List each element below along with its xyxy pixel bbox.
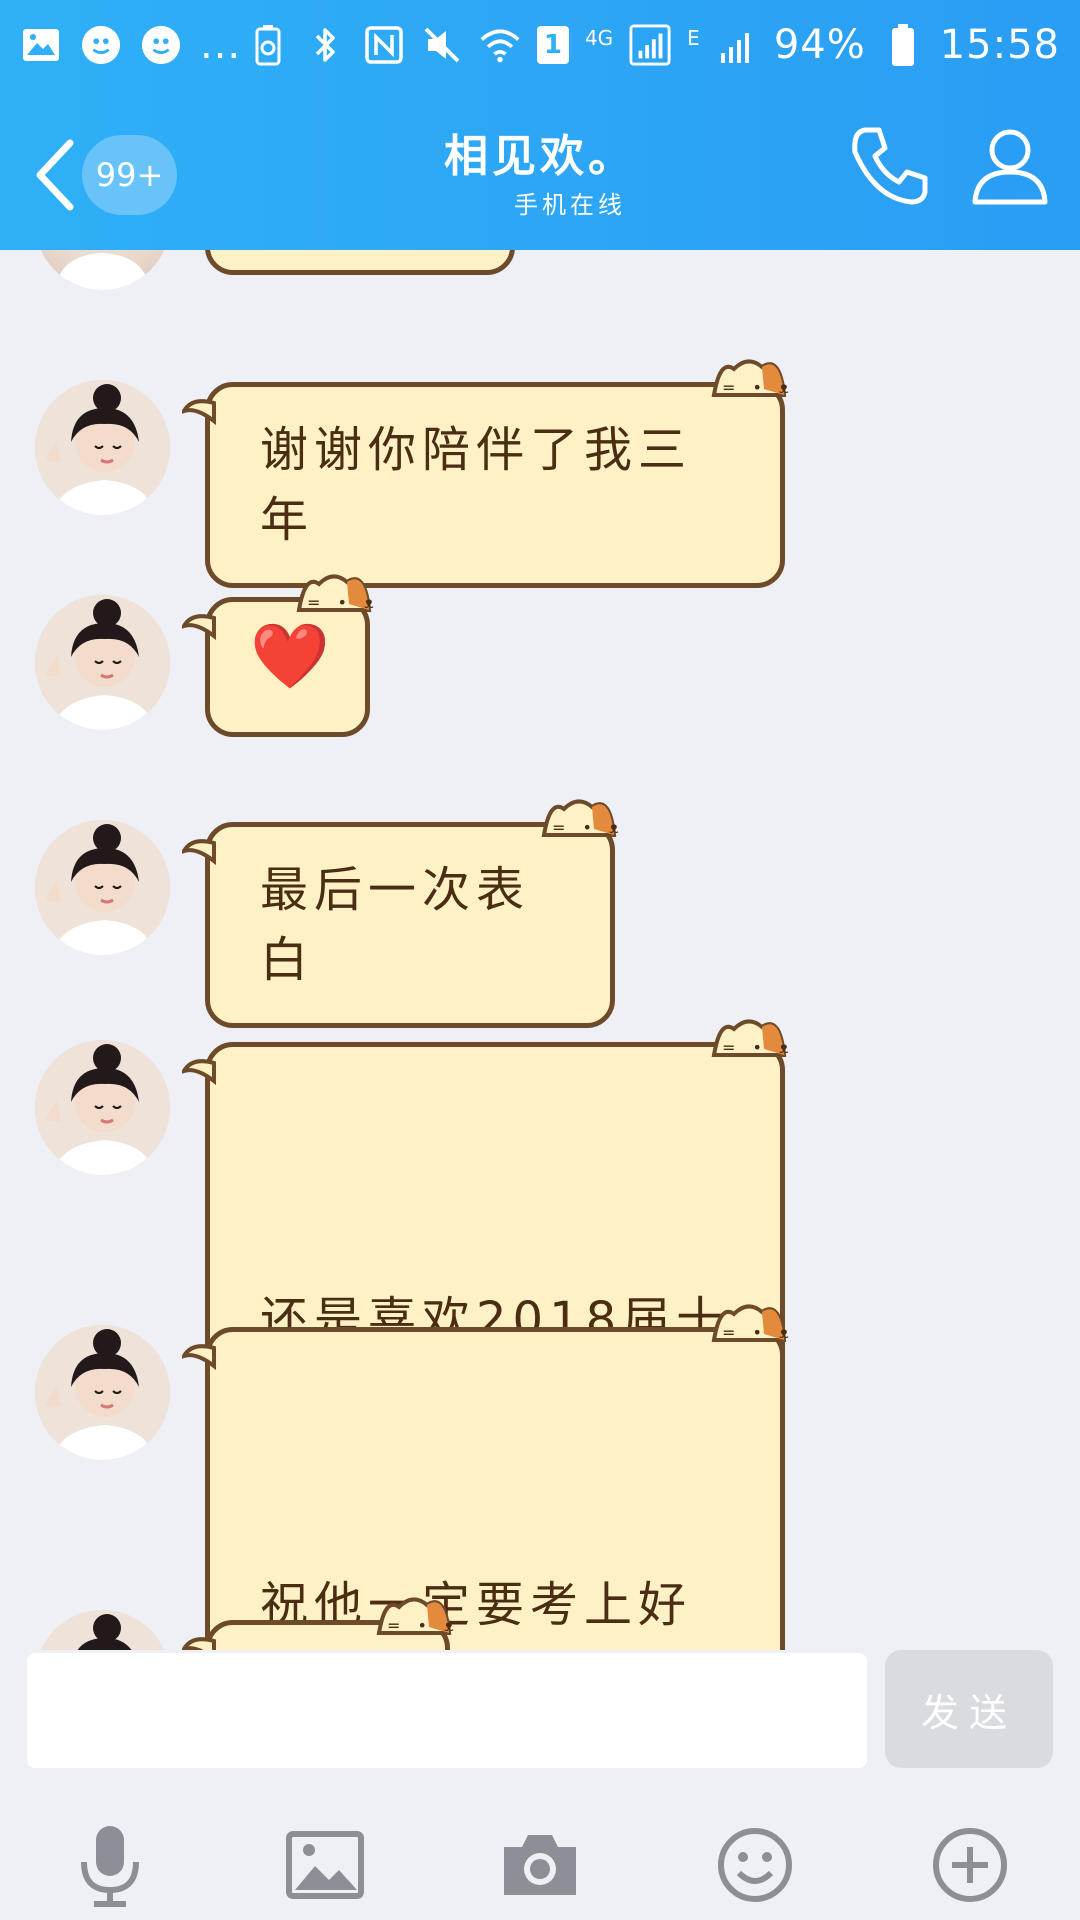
- header: ... 1 4G E 94% 15:58 99+ 相见欢。 手机在线: [0, 0, 1080, 250]
- svg-text:= • ᴥ •: = • ᴥ •: [722, 378, 794, 397]
- avatar[interactable]: [35, 820, 170, 955]
- avatar[interactable]: [35, 380, 170, 515]
- composer: 发送: [0, 1650, 1080, 1920]
- qq-notification-icon: [140, 24, 182, 66]
- svg-text:= • ᴥ •: = • ᴥ •: [722, 1323, 794, 1342]
- emoji-button[interactable]: [710, 1820, 800, 1910]
- profile-button[interactable]: [965, 120, 1055, 210]
- microphone-icon: [81, 1826, 139, 1907]
- more-notifications: ...: [200, 22, 242, 68]
- clock: 15:58: [939, 22, 1060, 68]
- battery-icon: [882, 24, 924, 66]
- message-bubble[interactable]: = • ᴥ • ❤️: [182, 574, 379, 737]
- svg-text:= • ᴥ •: = • ᴥ •: [552, 818, 624, 837]
- signal-strength-icon: [716, 24, 758, 66]
- cat-ears-decoration: = • ᴥ •: [711, 359, 794, 397]
- phone-icon: [852, 127, 928, 205]
- cat-ears-decoration: = • ᴥ •: [296, 574, 379, 612]
- message-text: 谢谢你陪伴了我三年: [260, 422, 693, 548]
- svg-text:= • ᴥ •: = • ᴥ •: [722, 1038, 794, 1057]
- message-input[interactable]: [27, 1653, 867, 1768]
- svg-text:= • ᴥ •: = • ᴥ •: [387, 1616, 459, 1635]
- cat-ears-decoration: = • ᴥ •: [541, 799, 624, 837]
- avatar[interactable]: [35, 250, 170, 290]
- message-bubble[interactable]: = • ᴥ •: [182, 1597, 459, 1650]
- avatar[interactable]: [35, 1325, 170, 1460]
- status-bar: ... 1 4G E 94% 15:58: [0, 0, 1080, 90]
- chevron-left-icon: [36, 139, 74, 211]
- avatar[interactable]: [35, 1040, 170, 1175]
- more-button[interactable]: [925, 1820, 1015, 1910]
- cat-ears-decoration: = • ᴥ •: [376, 1597, 459, 1635]
- image-button[interactable]: [280, 1820, 370, 1910]
- person-icon: [972, 129, 1048, 205]
- composer-toolbar: [0, 1800, 1080, 1920]
- gallery-notification-icon: [20, 24, 62, 66]
- send-button[interactable]: 发送: [885, 1650, 1053, 1768]
- chat-screen: ... 1 4G E 94% 15:58 99+ 相见欢。 手机在线 = • ᴥ…: [0, 0, 1080, 1920]
- cat-ears-decoration: = • ᴥ •: [711, 1304, 794, 1342]
- avatar[interactable]: [35, 1610, 170, 1650]
- svg-text:= • ᴥ •: = • ᴥ •: [307, 593, 379, 612]
- camera-icon: [504, 1835, 576, 1895]
- sim-slot-badge: 1: [536, 26, 569, 64]
- message-text: 最后一次表白: [260, 862, 531, 988]
- message-bubble[interactable]: = • ᴥ • 祝他一定要考上好大 学啊: [182, 1304, 794, 1650]
- message-bubble[interactable]: = • ᴥ • 最后一次表白: [182, 799, 624, 1028]
- contact-name[interactable]: 相见欢。: [340, 120, 740, 184]
- chat-navbar: 99+ 相见欢。 手机在线: [0, 90, 1080, 250]
- cat-ears-decoration: = • ᴥ •: [711, 1019, 794, 1057]
- avatar[interactable]: [35, 595, 170, 730]
- battery-saver-icon: [247, 24, 289, 66]
- online-status: 手机在线: [514, 191, 626, 219]
- unread-count-badge[interactable]: 99+: [82, 135, 177, 215]
- battery-percentage: 94%: [773, 22, 866, 68]
- plus-icon: [933, 1828, 1007, 1902]
- qq-notification-icon: [80, 24, 122, 66]
- message-bubble[interactable]: = • ᴥ • 谢谢你陪伴了我三年: [182, 359, 794, 588]
- wifi-icon: [479, 24, 521, 66]
- heart-emoji: ❤️: [250, 620, 336, 694]
- back-button[interactable]: [20, 120, 90, 230]
- message-list[interactable]: = • ᴥ • 谢谢你陪伴了我三年 = • ᴥ • ❤️ = • ᴥ •: [0, 250, 1080, 1650]
- image-icon: [286, 1831, 364, 1899]
- edge-label: E: [687, 26, 700, 50]
- message-bubble[interactable]: [205, 250, 515, 275]
- nfc-icon: [363, 24, 405, 66]
- network-type-label: 4G: [584, 26, 614, 50]
- signal-strength-icon: [629, 24, 671, 66]
- camera-button[interactable]: [495, 1820, 585, 1910]
- call-button[interactable]: [845, 120, 935, 210]
- emoji-icon: [718, 1828, 792, 1902]
- bluetooth-icon: [305, 24, 347, 66]
- mute-icon: [421, 24, 463, 66]
- voice-button[interactable]: [65, 1820, 155, 1910]
